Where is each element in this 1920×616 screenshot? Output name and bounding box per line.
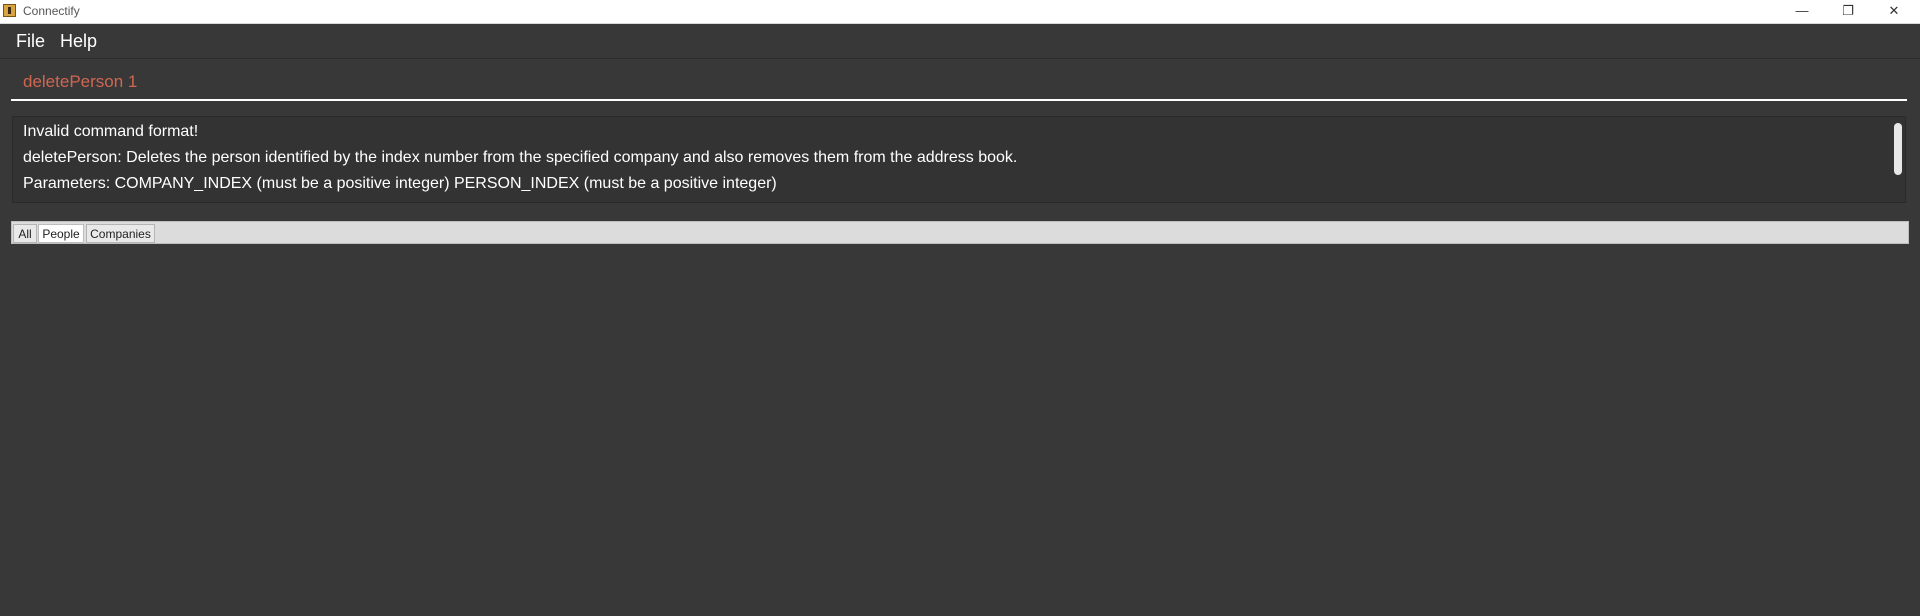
- minimize-icon: —: [1795, 3, 1809, 18]
- close-icon: ✕: [1888, 3, 1900, 18]
- list-panel: [0, 245, 1920, 616]
- window-titlebar: Connectify — ❐ ✕: [0, 0, 1920, 24]
- app-icon: [3, 4, 16, 17]
- restore-button[interactable]: ❐: [1825, 0, 1871, 22]
- command-box: [0, 59, 1920, 111]
- restore-icon: ❐: [1842, 3, 1854, 18]
- menu-bar: File Help: [0, 24, 1920, 59]
- result-scrollbar-thumb[interactable]: [1894, 123, 1902, 175]
- result-line-parameters: Parameters: COMPANY_INDEX (must be a pos…: [23, 175, 777, 192]
- close-button[interactable]: ✕: [1871, 0, 1917, 22]
- command-input[interactable]: [11, 65, 1907, 101]
- menu-file[interactable]: File: [14, 30, 47, 52]
- tab-people[interactable]: People: [38, 224, 84, 243]
- tab-companies[interactable]: Companies: [86, 224, 155, 243]
- window-title: Connectify: [23, 4, 80, 18]
- tab-all[interactable]: All: [13, 224, 37, 243]
- tab-bar: All People Companies: [11, 221, 1909, 244]
- result-display: Invalid command format! deletePerson: De…: [12, 116, 1906, 203]
- minimize-button[interactable]: —: [1779, 0, 1825, 22]
- menu-help[interactable]: Help: [58, 30, 99, 52]
- result-line-error: Invalid command format!: [23, 123, 199, 140]
- result-line-usage: deletePerson: Deletes the person identif…: [23, 149, 1018, 166]
